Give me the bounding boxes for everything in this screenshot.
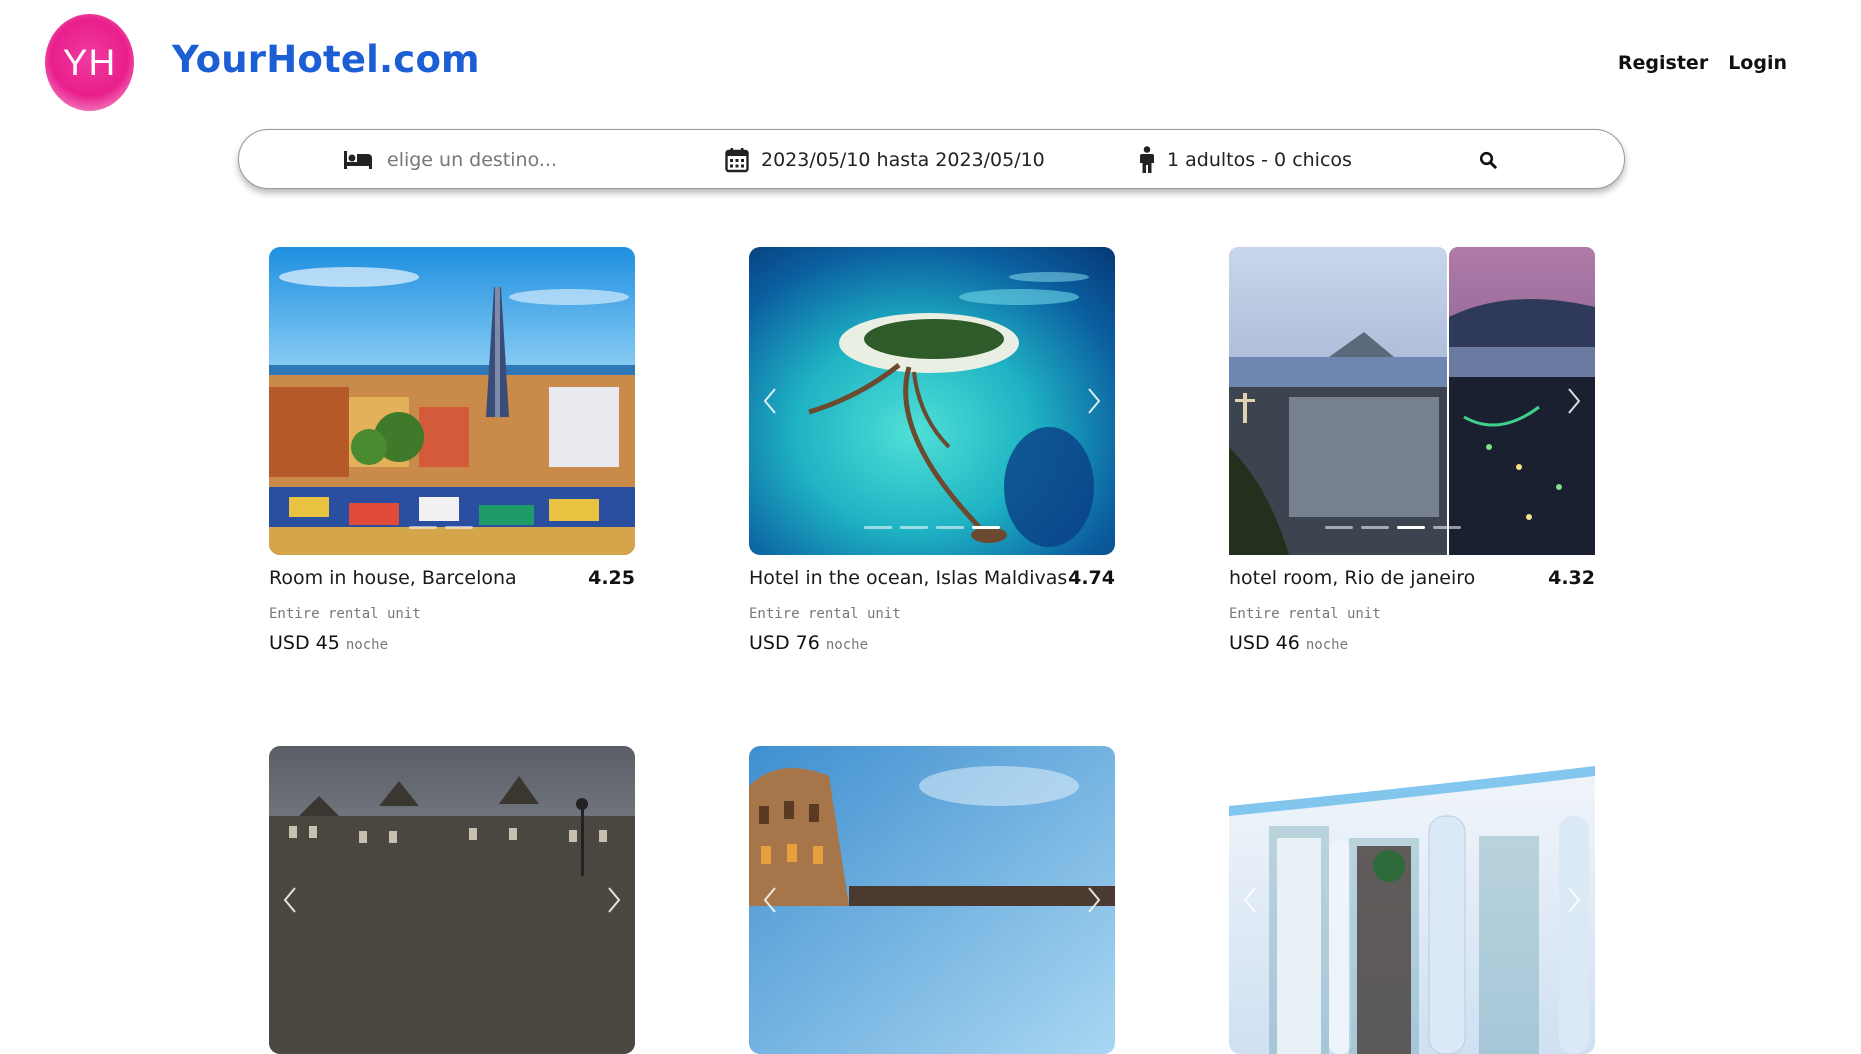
search-icon (1479, 151, 1497, 169)
carousel-prev-icon[interactable] (1243, 886, 1257, 914)
listing-title: hotel room, Rio de janeiro (1229, 567, 1476, 589)
price-value: USD 45 (269, 632, 340, 654)
destination-field[interactable] (343, 130, 685, 190)
search-bar: 2023/05/10 hasta 2023/05/10 1 adultos - … (238, 129, 1625, 189)
carousel-next-icon[interactable] (1087, 886, 1101, 914)
carousel-dots (1325, 526, 1461, 529)
listing-photo (749, 247, 1115, 555)
carousel-next-icon[interactable] (1087, 387, 1101, 415)
listing-rating: 4.74 (1068, 567, 1115, 589)
listing-type: Entire rental unit (1229, 606, 1381, 622)
carousel-next-icon[interactable] (607, 886, 621, 914)
site-name[interactable]: YourHotel.com (172, 38, 480, 81)
listing-photo-carousel[interactable] (749, 746, 1115, 1054)
carousel-dot[interactable] (409, 526, 437, 529)
listing-photo (269, 746, 635, 1054)
price-unit: noche (345, 637, 389, 653)
listing-type: Entire rental unit (749, 606, 901, 622)
price-unit: noche (1305, 637, 1349, 653)
listing-rating: 4.32 (1548, 567, 1595, 589)
carousel-dot[interactable] (900, 526, 928, 529)
listing-card[interactable] (269, 746, 635, 1054)
listing-title: Hotel in the ocean, Islas Maldivas (749, 567, 1068, 589)
carousel-prev-icon[interactable] (763, 886, 777, 914)
listing-photo-carousel[interactable] (749, 247, 1115, 555)
listing-photo-carousel[interactable] (269, 746, 635, 1054)
listing-type: Entire rental unit (269, 606, 421, 622)
carousel-dot-active[interactable] (972, 526, 1000, 529)
search-button[interactable] (1479, 130, 1497, 190)
carousel-dot[interactable] (1433, 526, 1461, 529)
carousel-prev-icon[interactable] (283, 886, 297, 914)
price-unit: noche (825, 637, 869, 653)
listing-card[interactable]: hotel room, Rio de janeiro 4.32 Entire r… (1229, 247, 1595, 654)
carousel-dot[interactable] (1325, 526, 1353, 529)
listing-price: USD 46 noche (1229, 632, 1595, 654)
top-nav: Register Login (1618, 52, 1787, 74)
listing-photo-carousel[interactable] (1229, 746, 1595, 1054)
login-link[interactable]: Login (1728, 52, 1787, 74)
listing-photo (1229, 247, 1595, 555)
guests-value: 1 adultos - 0 chicos (1167, 149, 1352, 171)
carousel-dot[interactable] (864, 526, 892, 529)
register-link[interactable]: Register (1618, 52, 1708, 74)
listing-card[interactable]: Room in house, Barcelona 4.25 Entire ren… (269, 247, 635, 654)
calendar-icon (725, 148, 749, 173)
listing-photo-carousel[interactable] (269, 247, 635, 555)
date-range-field[interactable]: 2023/05/10 hasta 2023/05/10 (725, 130, 1045, 190)
price-value: USD 76 (749, 632, 820, 654)
listing-title: Room in house, Barcelona (269, 567, 517, 589)
listing-card[interactable] (1229, 746, 1595, 1054)
guests-field[interactable]: 1 adultos - 0 chicos (1139, 130, 1352, 190)
listing-price: USD 45 noche (269, 632, 635, 654)
listing-photo (1229, 746, 1595, 1054)
listing-rating: 4.25 (588, 567, 635, 589)
date-range-value: 2023/05/10 hasta 2023/05/10 (761, 149, 1045, 171)
listing-photo-carousel[interactable] (1229, 247, 1595, 555)
carousel-dots (864, 526, 1000, 529)
destination-input[interactable] (385, 148, 685, 172)
listing-photo (269, 247, 635, 555)
logo-text: YH (62, 41, 117, 83)
carousel-dot[interactable] (936, 526, 964, 529)
bed-icon (344, 151, 372, 169)
carousel-prev-icon[interactable] (763, 387, 777, 415)
listing-card[interactable]: Hotel in the ocean, Islas Maldivas 4.74 … (749, 247, 1115, 654)
listing-price: USD 76 noche (749, 632, 1115, 654)
carousel-dot-active[interactable] (1397, 526, 1425, 529)
carousel-next-icon[interactable] (1567, 886, 1581, 914)
person-icon (1140, 146, 1154, 173)
listing-photo (749, 746, 1115, 1054)
carousel-dots (409, 526, 473, 529)
logo[interactable]: YH (45, 14, 134, 111)
carousel-dot[interactable] (445, 526, 473, 529)
carousel-dot[interactable] (1361, 526, 1389, 529)
carousel-next-icon[interactable] (1567, 387, 1581, 415)
price-value: USD 46 (1229, 632, 1300, 654)
listing-card[interactable] (749, 746, 1115, 1054)
